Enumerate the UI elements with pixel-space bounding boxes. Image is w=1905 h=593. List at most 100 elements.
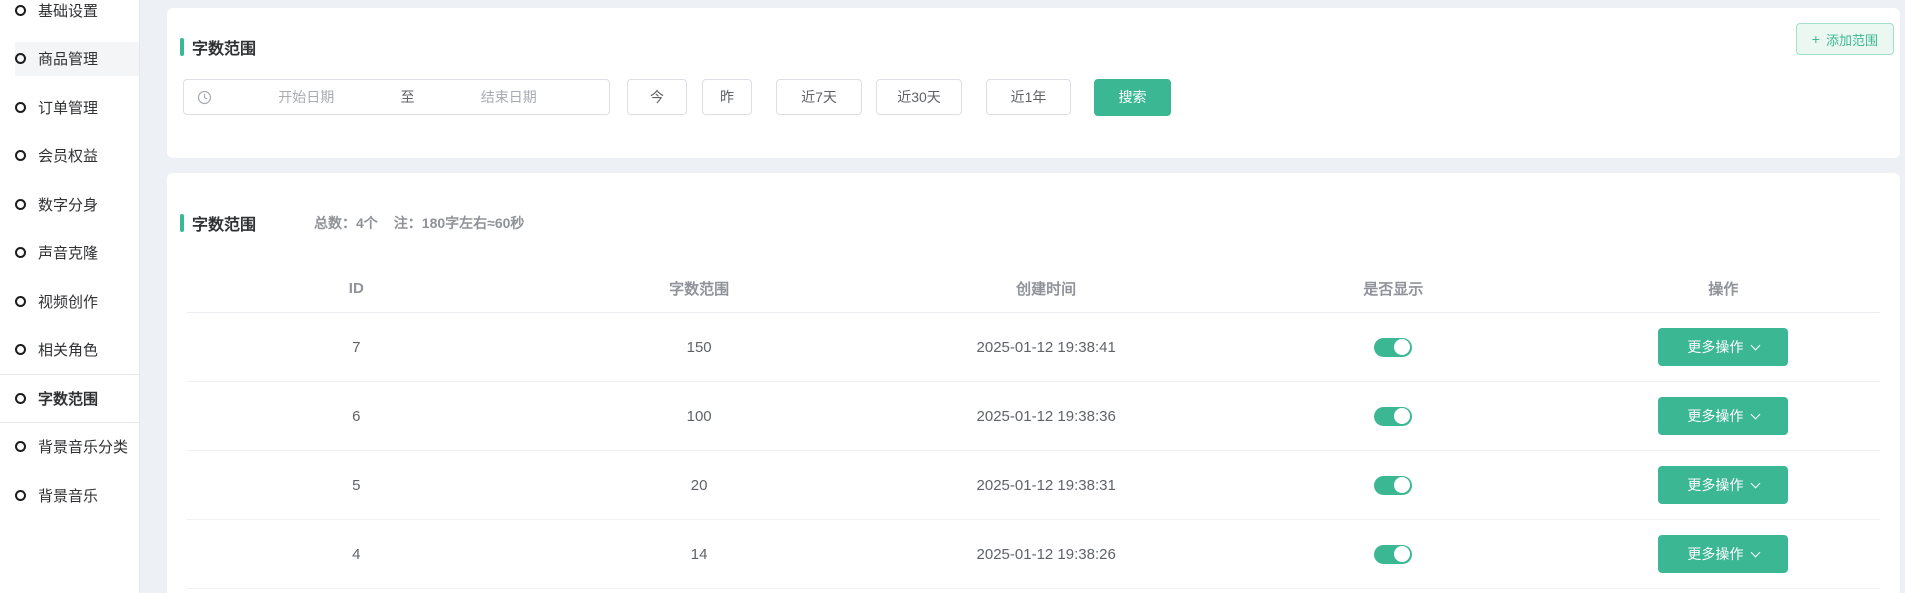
sidebar-item-label: 会员权益 bbox=[38, 145, 98, 166]
note-label: 注：180字左右≈60秒 bbox=[394, 213, 525, 233]
circle-icon bbox=[15, 53, 26, 64]
circle-icon bbox=[15, 296, 26, 307]
visibility-toggle[interactable] bbox=[1374, 338, 1412, 357]
sidebar-item-label: 相关角色 bbox=[38, 339, 98, 360]
add-range-button[interactable]: + 添加范围 bbox=[1796, 23, 1894, 55]
cell-id: 4 bbox=[187, 546, 526, 563]
visibility-toggle[interactable] bbox=[1374, 407, 1412, 426]
clock-icon bbox=[197, 90, 212, 105]
more-actions-button[interactable]: 更多操作 bbox=[1658, 397, 1788, 435]
quick-today-button[interactable]: 今 bbox=[627, 79, 687, 115]
circle-icon bbox=[15, 5, 26, 16]
header-created-time: 创建时间 bbox=[873, 278, 1220, 299]
sidebar-item-product-management[interactable]: 商品管理 bbox=[0, 35, 139, 84]
table-card-header: 字数范围 总数：4个 注：180字左右≈60秒 bbox=[180, 211, 524, 235]
sidebar-item-bgm-category[interactable]: 背景音乐分类 bbox=[0, 423, 139, 472]
sidebar: 基础设置 商品管理 订单管理 会员权益 数字分身 声音克隆 视频创作 相关角色 bbox=[0, 0, 140, 593]
chevron-down-icon bbox=[1751, 547, 1761, 557]
cell-created-time: 2025-01-12 19:38:41 bbox=[873, 339, 1220, 356]
table-row: 7 150 2025-01-12 19:38:41 更多操作 bbox=[187, 313, 1880, 382]
quick-last1year-button[interactable]: 近1年 bbox=[986, 79, 1071, 115]
header-visibility: 是否显示 bbox=[1220, 278, 1567, 299]
cell-word-range: 100 bbox=[526, 408, 873, 425]
title-accent-bar bbox=[180, 38, 184, 56]
cell-id: 6 bbox=[187, 408, 526, 425]
sidebar-item-order-management[interactable]: 订单管理 bbox=[0, 83, 139, 132]
header-word-range: 字数范围 bbox=[526, 278, 873, 299]
sidebar-menu: 基础设置 商品管理 订单管理 会员权益 数字分身 声音克隆 视频创作 相关角色 bbox=[0, 0, 139, 520]
more-actions-button[interactable]: 更多操作 bbox=[1658, 328, 1788, 366]
circle-icon bbox=[15, 393, 26, 404]
table-note: 总数：4个 注：180字左右≈60秒 bbox=[314, 213, 524, 233]
date-range-separator: 至 bbox=[397, 87, 419, 107]
sidebar-item-word-count-range[interactable]: 字数范围 bbox=[0, 374, 139, 423]
table-card: 字数范围 总数：4个 注：180字左右≈60秒 ID 字数范围 创建时间 是否显… bbox=[167, 173, 1900, 593]
start-date-placeholder[interactable]: 开始日期 bbox=[216, 87, 397, 107]
filter-card-title: 字数范围 bbox=[192, 35, 256, 59]
header-id: ID bbox=[187, 280, 526, 297]
date-range-input[interactable]: 开始日期 至 结束日期 bbox=[183, 79, 610, 115]
sidebar-item-member-benefits[interactable]: 会员权益 bbox=[0, 132, 139, 181]
sidebar-item-label: 字数范围 bbox=[38, 388, 98, 409]
more-actions-label: 更多操作 bbox=[1687, 406, 1743, 426]
circle-icon bbox=[15, 344, 26, 355]
cell-id: 5 bbox=[187, 477, 526, 494]
table-row: 4 14 2025-01-12 19:38:26 更多操作 bbox=[187, 520, 1880, 589]
sidebar-item-label: 基础设置 bbox=[38, 0, 98, 21]
more-actions-button[interactable]: 更多操作 bbox=[1658, 535, 1788, 573]
more-actions-label: 更多操作 bbox=[1687, 475, 1743, 495]
circle-icon bbox=[15, 490, 26, 501]
circle-icon bbox=[15, 150, 26, 161]
cell-created-time: 2025-01-12 19:38:26 bbox=[873, 546, 1220, 563]
chevron-down-icon bbox=[1751, 478, 1761, 488]
sidebar-item-label: 视频创作 bbox=[38, 291, 98, 312]
quick-yesterday-button[interactable]: 昨 bbox=[702, 79, 752, 115]
plus-icon: + bbox=[1812, 32, 1820, 46]
sidebar-item-label: 声音克隆 bbox=[38, 242, 98, 263]
table-card-title: 字数范围 bbox=[192, 211, 256, 235]
search-button[interactable]: 搜索 bbox=[1094, 79, 1171, 116]
filter-controls: 开始日期 至 结束日期 今 昨 近7天 近30天 近1年 搜索 bbox=[183, 79, 1171, 115]
circle-icon bbox=[15, 441, 26, 452]
sidebar-item-bgm[interactable]: 背景音乐 bbox=[0, 471, 139, 520]
more-actions-label: 更多操作 bbox=[1687, 544, 1743, 564]
table-header-row: ID 字数范围 创建时间 是否显示 操作 bbox=[187, 265, 1880, 313]
sidebar-item-related-roles[interactable]: 相关角色 bbox=[0, 326, 139, 375]
filter-card: 字数范围 开始日期 至 结束日期 今 昨 近7天 近30天 近1年 搜索 + 添… bbox=[167, 8, 1900, 158]
chevron-down-icon bbox=[1751, 409, 1761, 419]
visibility-toggle[interactable] bbox=[1374, 545, 1412, 564]
sidebar-item-label: 背景音乐分类 bbox=[38, 436, 128, 457]
sidebar-item-digital-avatar[interactable]: 数字分身 bbox=[0, 180, 139, 229]
quick-last30days-button[interactable]: 近30天 bbox=[876, 79, 962, 115]
circle-icon bbox=[15, 102, 26, 113]
cell-id: 7 bbox=[187, 339, 526, 356]
sidebar-item-basic-settings[interactable]: 基础设置 bbox=[0, 0, 139, 35]
cell-word-range: 20 bbox=[526, 477, 873, 494]
sidebar-item-voice-clone[interactable]: 声音克隆 bbox=[0, 229, 139, 278]
sidebar-item-label: 背景音乐 bbox=[38, 485, 98, 506]
cell-created-time: 2025-01-12 19:38:31 bbox=[873, 477, 1220, 494]
cell-created-time: 2025-01-12 19:38:36 bbox=[873, 408, 1220, 425]
quick-last7days-button[interactable]: 近7天 bbox=[776, 79, 862, 115]
table-row: 5 20 2025-01-12 19:38:31 更多操作 bbox=[187, 451, 1880, 520]
cell-word-range: 150 bbox=[526, 339, 873, 356]
more-actions-button[interactable]: 更多操作 bbox=[1658, 466, 1788, 504]
filter-card-header: 字数范围 bbox=[180, 35, 256, 59]
table-row: 6 100 2025-01-12 19:38:36 更多操作 bbox=[187, 382, 1880, 451]
sidebar-item-label: 数字分身 bbox=[38, 194, 98, 215]
sidebar-item-label: 商品管理 bbox=[38, 48, 98, 69]
add-range-label: 添加范围 bbox=[1826, 30, 1878, 49]
cell-word-range: 14 bbox=[526, 546, 873, 563]
end-date-placeholder[interactable]: 结束日期 bbox=[419, 87, 600, 107]
more-actions-label: 更多操作 bbox=[1687, 337, 1743, 357]
circle-icon bbox=[15, 247, 26, 258]
total-count-label: 总数：4个 bbox=[314, 213, 378, 233]
chevron-down-icon bbox=[1751, 340, 1761, 350]
sidebar-item-video-creation[interactable]: 视频创作 bbox=[0, 277, 139, 326]
circle-icon bbox=[15, 199, 26, 210]
title-accent-bar bbox=[180, 214, 184, 232]
data-table: ID 字数范围 创建时间 是否显示 操作 7 150 2025-01-12 19… bbox=[187, 265, 1880, 589]
sidebar-item-label: 订单管理 bbox=[38, 97, 98, 118]
visibility-toggle[interactable] bbox=[1374, 476, 1412, 495]
header-actions: 操作 bbox=[1567, 278, 1880, 299]
